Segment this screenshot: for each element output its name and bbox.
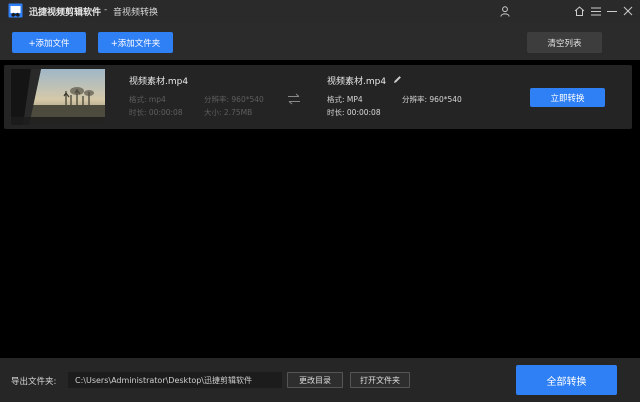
- target-format: 格式: MP4: [327, 95, 363, 104]
- video-thumbnail: [11, 69, 105, 125]
- minimize-icon[interactable]: [605, 4, 619, 18]
- file-list: 视频素材.mp4 格式: mp4 分辨率: 960*540 时长: 00:00:…: [0, 60, 640, 358]
- add-folder-button[interactable]: +添加文件夹: [98, 32, 173, 53]
- source-file-name: 视频素材.mp4: [129, 77, 189, 87]
- convert-now-button[interactable]: 立即转换: [530, 88, 605, 107]
- home-icon[interactable]: [572, 4, 586, 18]
- source-format: 格式: mp4: [129, 95, 166, 104]
- open-folder-button[interactable]: 打开文件夹: [350, 372, 410, 388]
- source-resolution: 分辨率: 960*540: [204, 95, 264, 104]
- user-icon[interactable]: [498, 4, 512, 18]
- target-file-name: 视频素材.mp4: [327, 77, 387, 87]
- title-separator: -: [104, 5, 108, 15]
- clear-list-button[interactable]: 清空列表: [527, 32, 602, 53]
- toolbar: +添加文件 +添加文件夹 清空列表: [0, 22, 640, 60]
- output-path-field[interactable]: C:\Users\Administrator\Desktop\迅捷剪辑软件: [68, 372, 282, 388]
- target-resolution: 分辨率: 960*540: [402, 95, 462, 104]
- app-logo-icon: [8, 3, 23, 18]
- change-directory-button[interactable]: 更改目录: [287, 372, 343, 388]
- add-file-button[interactable]: +添加文件: [12, 32, 86, 53]
- bottom-bar: 导出文件夹: C:\Users\Administrator\Desktop\迅捷…: [0, 358, 640, 402]
- close-icon[interactable]: [621, 4, 635, 18]
- app-title: 迅捷视频剪辑软件: [29, 8, 102, 18]
- title-bar: 迅捷视频剪辑软件 - 音视频转换: [0, 0, 640, 22]
- source-size: 大小: 2.75MB: [204, 108, 253, 117]
- source-duration: 时长: 00:00:08: [129, 108, 183, 117]
- module-title: 音视频转换: [113, 8, 159, 18]
- file-list-item: 视频素材.mp4 格式: mp4 分辨率: 960*540 时长: 00:00:…: [4, 65, 632, 129]
- output-folder-label: 导出文件夹:: [11, 377, 57, 387]
- convert-arrow-icon: [287, 93, 301, 105]
- convert-all-button[interactable]: 全部转换: [516, 365, 617, 395]
- edit-name-icon[interactable]: [393, 75, 403, 85]
- menu-icon[interactable]: [589, 4, 603, 18]
- target-duration: 时长: 00:00:08: [327, 108, 381, 117]
